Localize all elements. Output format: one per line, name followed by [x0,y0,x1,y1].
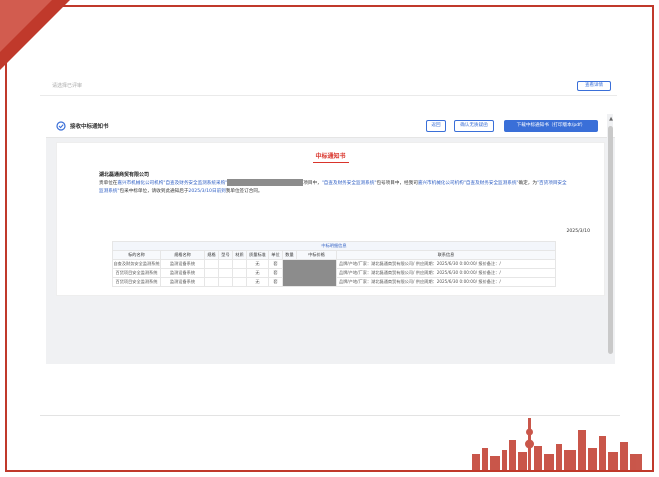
notice-document: 中标通知书 湖北磊通商贸有限公司 贵单位在嘉兴市机械化公司机构"自查及财务安全监… [56,142,605,296]
download-notice-button[interactable]: 下载中标通知书（打印版本/pdf） [504,120,598,132]
column-header: 单位 [268,250,283,260]
table-cell [218,259,233,269]
package-name: "自查及财务安全监测系统" [321,181,377,186]
dialog-title: 接收中标通知书 [70,124,109,130]
table-cell [218,268,233,278]
project-name: "自查及财务安全监测系统" [463,181,519,186]
table-cell: 套 [268,268,283,278]
table-cell [204,277,219,287]
filter-hint: 请选择已评审 [52,83,83,89]
city-skyline-decoration [472,418,642,470]
table-cell: 套 [268,259,283,269]
table-cell [204,259,219,269]
scroll-up-icon[interactable]: ▲ [609,116,613,122]
award-details-table: 中标明细信息 标的名称 规格名称 规格 型号 材质 质量标准 单位 数量 中标价… [112,241,556,287]
column-header: 规格名称 [160,250,205,260]
table-cell [218,277,233,287]
notice-body: 贵单位在嘉兴市机械化公司机构"自查及财务安全监测系统采购" 项目中，"自查及财务安… [99,179,569,196]
notice-addressee: 湖北磊通商贸有限公司 [99,172,150,178]
column-header: 数量 [282,250,297,260]
notice-date: 2025/3/10 [566,229,590,234]
table-row: 自查及财务安全监测系统 监测设备系统 无 套 品牌/产地/厂家：湖北磊通商贸有限… [112,259,556,287]
notice-text: 包号项目中，经我司 [376,181,418,186]
deadline: 2025/3/10日前到 [188,189,226,194]
table-cell: 品牌/产地/厂家：湖北磊通商贸有限公司/ 供应周期：2025/6/30 0:00… [336,268,556,278]
view-details-button[interactable]: 查看详情 [577,81,611,91]
column-header: 联系信息 [336,250,556,260]
redacted-price-cell [282,259,337,287]
project-name: "自查及财务安全监测系统采购" [163,181,228,186]
table-cell: 无 [246,268,269,278]
table-cell: 套 [268,277,283,287]
notice-text: 我单位签订合同。 [225,189,263,194]
table-caption-row: 中标明细信息 [112,241,556,251]
notice-text: 包采中标单位，请收到此通知后于 [119,189,189,194]
column-header: 质量标准 [246,250,269,260]
notice-text: 项目中， [303,181,322,186]
table-cell: 自查及财务安全监测系统 [112,259,161,269]
redacted-block [227,179,304,186]
back-button[interactable]: 返回 [426,120,446,132]
top-filter-bar: 请选择已评审 查看详情 [40,78,617,96]
scrollbar-thumb[interactable] [608,126,613,354]
table-cell [232,268,247,278]
table-cell: 监测设备系统 [160,268,205,278]
dialog-header: 接收中标通知书 返回 确认无质疑函 下载中标通知书（打印版本/pdf） [46,114,615,138]
table-cell: 监测设备系统 [160,259,205,269]
notice-icon [56,121,66,131]
table-header-row: 标的名称 规格名称 规格 型号 材质 质量标准 单位 数量 中标价格 联系信息 [112,250,556,260]
corner-decoration-inner [0,0,52,52]
org-name: 嘉兴市机械化公司机构 [117,181,164,186]
table-cell [232,259,247,269]
table-cell: 百货项目安全监测系统 [112,268,161,278]
table-cell: 无 [246,259,269,269]
notice-text: 贵单位在 [99,181,118,186]
table-cell [204,268,219,278]
table-cell: 监测设备系统 [160,277,205,287]
column-header: 规格 [204,250,219,260]
org-name: 嘉兴市机械化公司机构 [417,181,464,186]
column-header: 中标价格 [296,250,337,260]
table-cell: 品牌/产地/厂家：湖北磊通商贸有限公司/ 供应周期：2025/6/30 0:00… [336,277,556,287]
column-header: 材质 [232,250,247,260]
table-cell: 无 [246,277,269,287]
table-caption: 中标明细信息 [112,241,556,251]
column-header: 型号 [218,250,233,260]
notice-dialog: 接收中标通知书 返回 确认无质疑函 下载中标通知书（打印版本/pdf） 中标通知… [46,114,615,364]
notice-title: 中标通知书 [57,151,604,163]
confirm-no-objection-button[interactable]: 确认无质疑函 [454,120,494,132]
table-cell: 百货项目安全监测系统 [112,277,161,287]
table-cell: 品牌/产地/厂家：湖北磊通商贸有限公司/ 供应周期：2025/6/30 0:00… [336,259,556,269]
column-header: 标的名称 [112,250,161,260]
notice-text: 确定，为 [518,181,537,186]
table-cell [232,277,247,287]
